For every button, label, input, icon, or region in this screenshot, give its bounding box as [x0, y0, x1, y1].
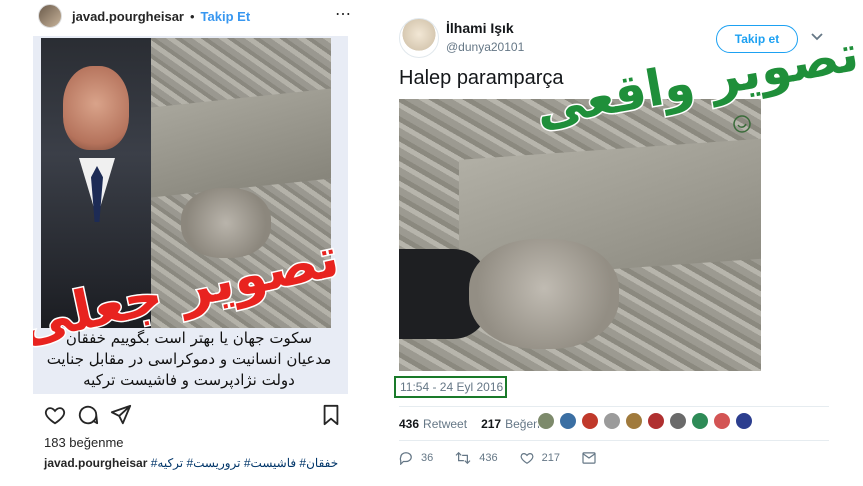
- caption-line: دولت نژادپرست و فاشیست ترکیه: [83, 371, 295, 389]
- like-action[interactable]: 217: [520, 451, 560, 465]
- like-count[interactable]: 217: [481, 417, 501, 431]
- tweet-image[interactable]: [399, 99, 761, 371]
- separator-dot: •: [189, 8, 195, 24]
- reply-count: 36: [421, 452, 434, 464]
- divider: [399, 440, 829, 441]
- likers-avatars: [537, 412, 757, 430]
- retweet-action[interactable]: 436: [455, 451, 498, 465]
- liker-avatar[interactable]: [735, 412, 753, 430]
- like-action-count: 217: [541, 452, 560, 464]
- concrete-slab: [151, 88, 331, 198]
- portrait-face: [63, 66, 129, 150]
- post-caption-row: javad.pourgheisar #خفقان# فاشیست# تروریس…: [44, 456, 359, 470]
- likes-count[interactable]: 183 beğenme: [44, 435, 124, 450]
- post-actions: [44, 404, 344, 428]
- liker-avatar[interactable]: [691, 412, 709, 430]
- divider: [399, 406, 829, 407]
- post-image[interactable]: تصویر جعلی سکوت جهان یا بهتر است بگوییم …: [33, 36, 348, 394]
- username[interactable]: javad.pourgheisar: [72, 9, 184, 24]
- tweet-actions: 36 436 217: [399, 449, 626, 467]
- bookmark-icon[interactable]: [320, 404, 342, 426]
- caption-username[interactable]: javad.pourgheisar: [44, 456, 147, 470]
- reply-icon[interactable]: [399, 451, 413, 465]
- retweet-label[interactable]: Retweet: [423, 417, 467, 431]
- instagram-post-header: javad.pourgheisar • Takip Et ⋯: [38, 4, 358, 28]
- caption-hashtags[interactable]: #خفقان# فاشیست# تروریست# ترکیه: [151, 456, 338, 470]
- comment-icon[interactable]: [77, 404, 99, 426]
- liker-avatar[interactable]: [603, 412, 621, 430]
- liker-avatar[interactable]: [581, 412, 599, 430]
- user-handle[interactable]: @dunya20101: [446, 40, 524, 54]
- avatar[interactable]: [38, 4, 62, 28]
- caption-line: سکوت جهان یا بهتر است بگوییم خفقان: [65, 329, 313, 347]
- liker-avatar[interactable]: [625, 412, 643, 430]
- retweet-icon[interactable]: [455, 451, 471, 465]
- heart-icon[interactable]: [520, 451, 534, 465]
- liker-avatar[interactable]: [559, 412, 577, 430]
- retweet-count[interactable]: 436: [399, 417, 419, 431]
- more-options-icon[interactable]: ⋯: [335, 4, 352, 24]
- follow-button[interactable]: Takip Et: [201, 9, 251, 24]
- tweet-timestamp[interactable]: 11:54 - 24 Eyl 2016: [394, 376, 507, 398]
- liker-avatar[interactable]: [537, 412, 555, 430]
- reply-action[interactable]: 36: [399, 451, 433, 465]
- liker-avatar[interactable]: [669, 412, 687, 430]
- retweet-action-count: 436: [479, 452, 498, 464]
- liker-avatar[interactable]: [713, 412, 731, 430]
- watermark-icon: [733, 115, 751, 133]
- image-caption: سکوت جهان یا بهتر است بگوییم خفقان مدعیا…: [39, 328, 339, 391]
- liker-avatar[interactable]: [647, 412, 665, 430]
- envelope-icon[interactable]: [582, 452, 596, 464]
- tweet-stats: 436 Retweet 217 Beğeni: [399, 415, 542, 433]
- tweet: İlhami Işık @dunya20101 Takip et Halep p…: [382, 0, 863, 486]
- avatar[interactable]: [399, 18, 439, 58]
- portrait-tie: [91, 166, 103, 222]
- instagram-post: javad.pourgheisar • Takip Et ⋯ تصویر جعل…: [0, 0, 372, 486]
- heart-icon[interactable]: [44, 404, 66, 426]
- caption-line: مدعیان انسانیت و دموکراسی در مقابل جنایت: [46, 350, 332, 368]
- victim-figure: [469, 239, 619, 349]
- dm-action[interactable]: [582, 452, 604, 464]
- share-icon[interactable]: [110, 404, 132, 426]
- display-name[interactable]: İlhami Işık: [446, 20, 514, 36]
